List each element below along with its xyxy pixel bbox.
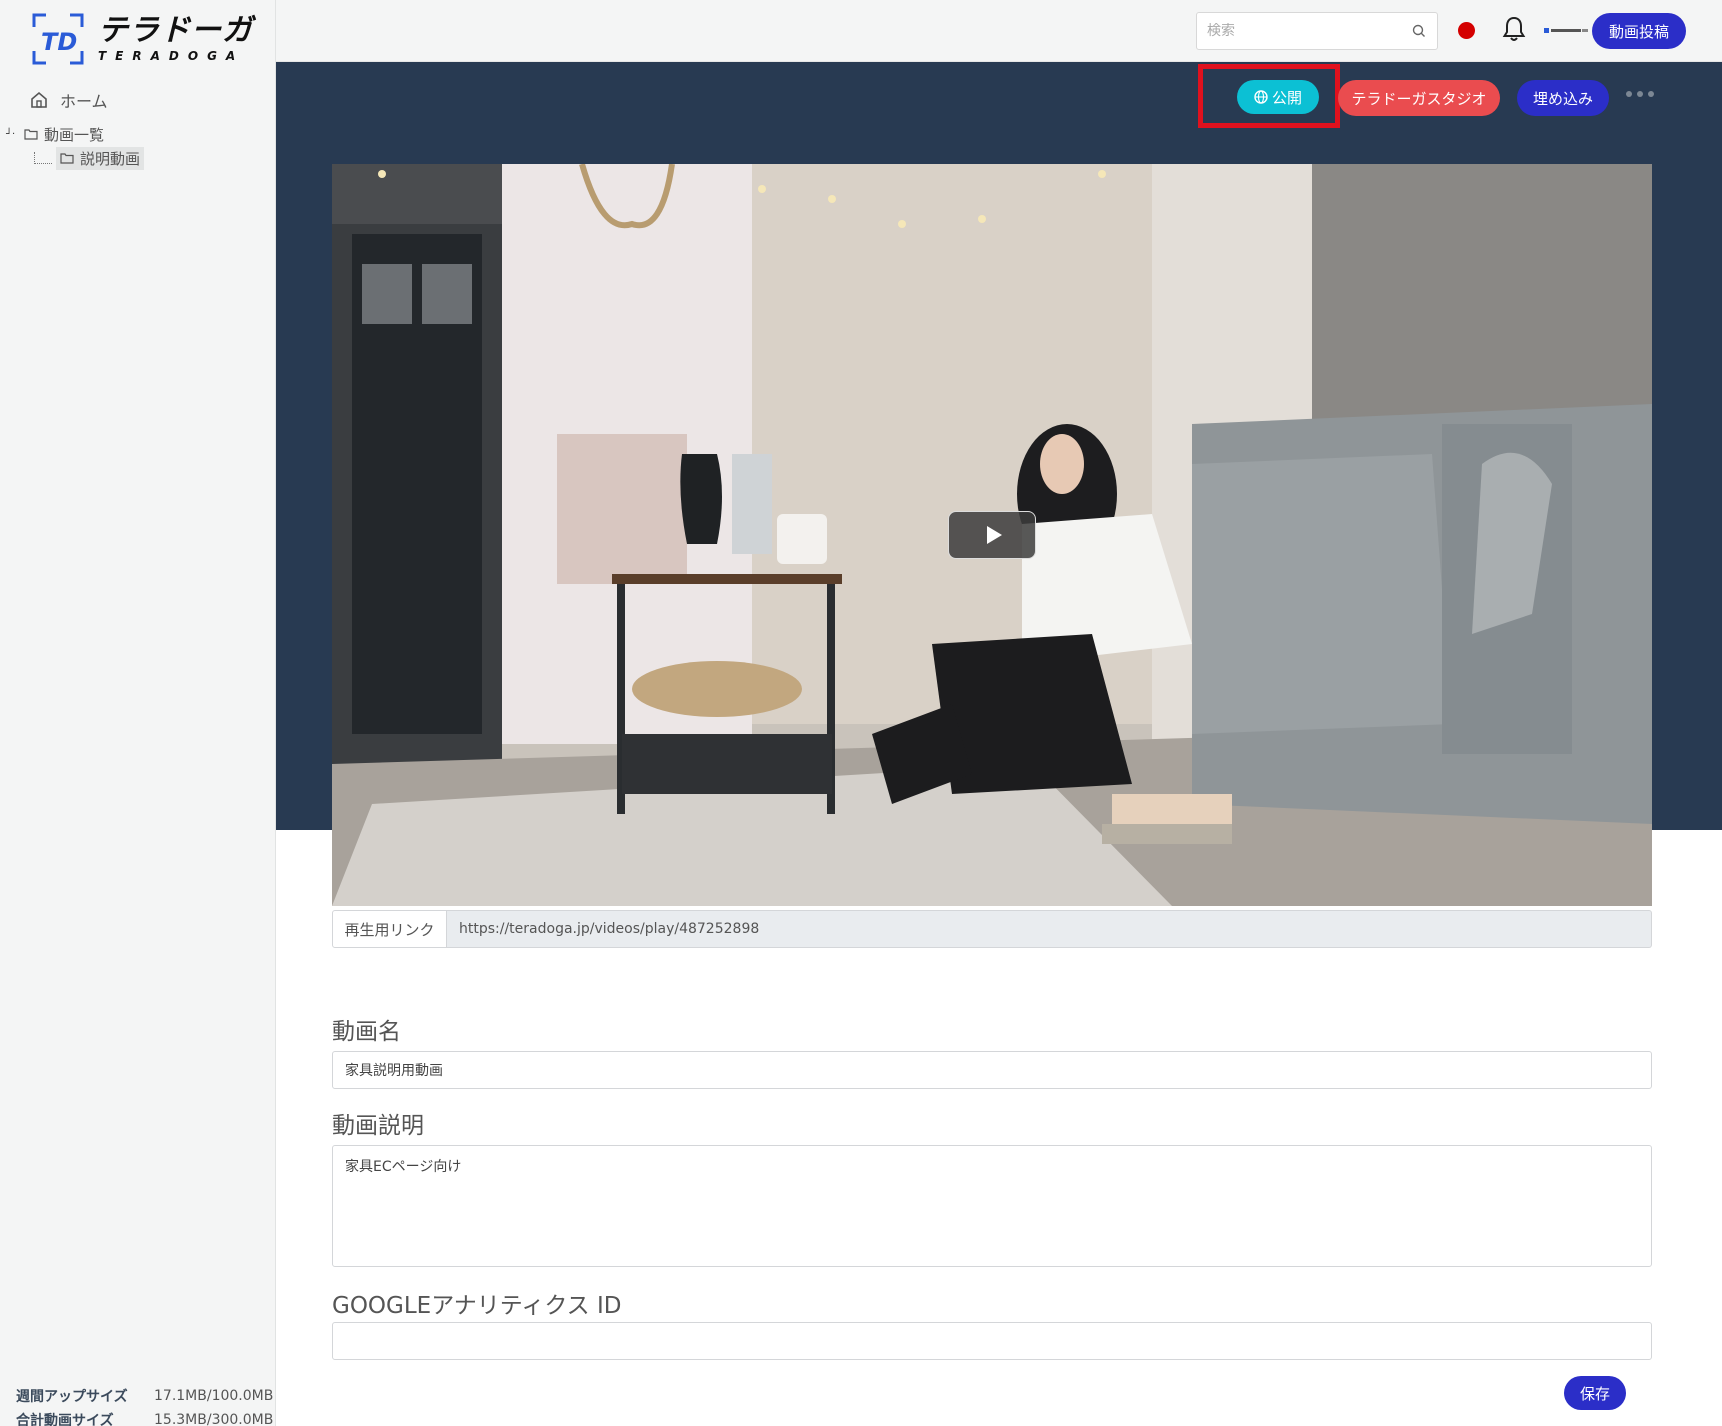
- publish-button[interactable]: 公開: [1237, 80, 1319, 114]
- description-label: 動画説明: [332, 1113, 424, 1139]
- recording-status-dot: [1458, 22, 1475, 39]
- sidebar-item-home[interactable]: ホーム: [30, 88, 108, 112]
- description-textarea[interactable]: 家具ECページ向け: [332, 1145, 1652, 1267]
- globe-icon: [1254, 90, 1268, 104]
- folder-icon: [24, 129, 38, 140]
- account-avatar-icon[interactable]: [1544, 22, 1590, 40]
- storage-usage: 週間アップサイズ 17.1MB/100.0MB 合計動画サイズ 15.3MB/3…: [16, 1384, 273, 1426]
- video-player[interactable]: [332, 164, 1652, 906]
- weekly-usage-value: 17.1MB/100.0MB: [154, 1388, 274, 1404]
- play-icon: [986, 526, 1002, 544]
- logo-mark-icon: TD: [32, 13, 84, 65]
- weekly-usage-label: 週間アップサイズ: [16, 1389, 128, 1405]
- notification-bell-icon[interactable]: [1501, 15, 1527, 43]
- tree-item-explainer[interactable]: 説明動画: [34, 146, 145, 170]
- studio-button[interactable]: テラドーガスタジオ: [1338, 80, 1500, 116]
- sidebar: TD テラドーガ TERADOGA ホーム ┘· 動画一覧 説明動画 週間アップ…: [0, 0, 276, 1426]
- playback-link-field[interactable]: https://teradoga.jp/videos/play/48725289…: [447, 910, 1652, 948]
- embed-button[interactable]: 埋め込み: [1517, 80, 1609, 116]
- title-label: 動画名: [332, 1019, 401, 1045]
- play-button[interactable]: [948, 511, 1036, 559]
- playback-link-label: 再生用リンク: [332, 910, 447, 948]
- total-usage-label: 合計動画サイズ: [16, 1413, 114, 1426]
- save-button[interactable]: 保存: [1564, 1376, 1626, 1410]
- total-usage-value: 15.3MB/300.0MB: [154, 1412, 274, 1426]
- search-box[interactable]: [1196, 12, 1438, 50]
- upload-video-button[interactable]: 動画投稿: [1592, 13, 1686, 49]
- search-input[interactable]: [1207, 23, 1411, 39]
- publish-label: 公開: [1271, 88, 1302, 107]
- ga-id-input[interactable]: [332, 1322, 1652, 1360]
- search-icon[interactable]: [1411, 23, 1427, 39]
- logo[interactable]: TD テラドーガ TERADOGA: [32, 13, 253, 65]
- sidebar-item-label: ホーム: [60, 92, 108, 111]
- home-icon: [31, 91, 47, 108]
- playback-link-row: 再生用リンク https://teradoga.jp/videos/play/4…: [332, 910, 1652, 948]
- title-input[interactable]: 家具説明用動画: [332, 1051, 1652, 1089]
- tree-toggle-icon[interactable]: ┘·: [6, 129, 24, 140]
- top-bar: 動画投稿: [276, 0, 1722, 62]
- tree-item-label: 説明動画: [80, 149, 141, 168]
- folder-tree: ┘· 動画一覧 説明動画: [6, 122, 145, 170]
- tree-item-label: 動画一覧: [44, 125, 105, 144]
- folder-icon: [60, 153, 74, 164]
- svg-text:TD: TD: [41, 28, 77, 56]
- more-options-icon[interactable]: [1626, 86, 1654, 102]
- tree-item-video-list[interactable]: ┘· 動画一覧: [6, 122, 144, 146]
- logo-name-jp: テラドーガ: [98, 13, 253, 48]
- ga-id-label: GOOGLEアナリティクス ID: [332, 1293, 622, 1319]
- logo-name-en: TERADOGA: [98, 49, 245, 63]
- tree-connector: [34, 152, 52, 164]
